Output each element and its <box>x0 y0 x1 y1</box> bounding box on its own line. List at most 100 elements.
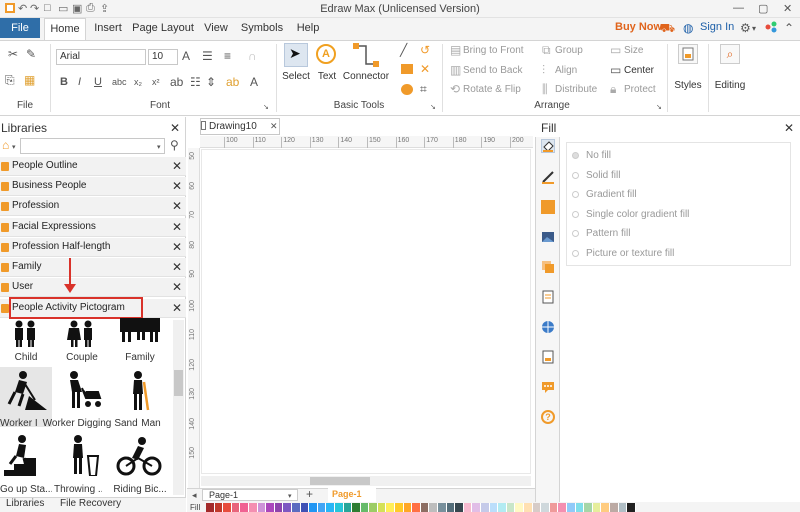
rectangle-tool-icon[interactable] <box>401 64 413 74</box>
color-swatch[interactable] <box>609 503 619 512</box>
radio-single-color-gradient-fill[interactable] <box>572 211 579 218</box>
color-swatch[interactable] <box>549 503 559 512</box>
line-spacing-icon[interactable]: ⇕ <box>206 76 216 88</box>
close-library-icon[interactable]: ✕ <box>172 177 182 195</box>
rotate-flip-button[interactable]: Rotate & Flip <box>463 84 521 95</box>
library-scrollbar[interactable] <box>173 320 184 495</box>
sign-in-link[interactable]: Sign In <box>700 21 734 33</box>
color-swatch[interactable] <box>506 503 516 512</box>
color-swatch[interactable] <box>481 503 490 512</box>
numbering-icon[interactable]: ☷ <box>190 76 201 88</box>
layers-icon[interactable] <box>541 260 555 274</box>
cut-icon[interactable]: ✂ <box>8 48 18 60</box>
italic-icon[interactable]: I <box>78 76 81 88</box>
fill-option-pattern-fill[interactable]: Pattern fill <box>586 228 630 239</box>
color-swatch[interactable] <box>257 503 267 512</box>
library-search-input[interactable] <box>20 138 165 154</box>
hyperlink-globe-icon[interactable] <box>541 320 555 334</box>
fill-option-gradient-fill[interactable]: Gradient fill <box>586 189 637 200</box>
fill-option-no-fill[interactable]: No fill <box>586 150 611 161</box>
cross-tool-icon[interactable]: ✕ <box>420 63 430 75</box>
line-tool-icon[interactable]: ╱ <box>400 44 407 56</box>
color-swatch[interactable] <box>377 503 387 512</box>
throwing-pictogram-icon[interactable] <box>68 434 100 479</box>
help-icon[interactable]: ? <box>541 410 555 424</box>
share-icon[interactable] <box>765 21 777 36</box>
color-swatch[interactable] <box>575 503 585 512</box>
color-swatch[interactable] <box>412 503 421 512</box>
color-swatch[interactable] <box>369 503 378 512</box>
paste-icon[interactable]: ▦ <box>24 74 35 86</box>
color-swatch[interactable] <box>214 503 224 512</box>
color-swatch[interactable] <box>240 503 249 512</box>
color-swatch[interactable] <box>283 503 292 512</box>
font-name-select[interactable]: Arial <box>56 49 146 65</box>
close-library-icon[interactable]: ✕ <box>172 197 182 215</box>
horizontal-scrollbar-thumb[interactable] <box>310 477 370 485</box>
color-swatch[interactable] <box>498 503 507 512</box>
fill-option-solid-fill[interactable]: Solid fill <box>586 170 620 181</box>
cart-icon[interactable]: ⛟ <box>660 21 675 37</box>
color-swatch[interactable] <box>523 503 533 512</box>
chevron-down-icon[interactable]: ▾ <box>752 24 756 33</box>
radio-no-fill[interactable] <box>572 152 579 159</box>
format-painter-icon[interactable]: ✎ <box>26 48 36 60</box>
tab-insert[interactable]: Insert <box>88 18 128 40</box>
attachment-icon[interactable] <box>541 350 555 364</box>
superscript-icon[interactable]: x² <box>152 76 160 88</box>
close-library-icon[interactable]: ✕ <box>172 238 182 256</box>
tab-symbols[interactable]: Symbols <box>236 18 288 40</box>
color-swatch[interactable] <box>231 503 241 512</box>
user-icon[interactable]: ◍ <box>683 21 693 35</box>
tools-dialog-launcher-icon[interactable]: ↘ <box>430 102 436 114</box>
connector-label[interactable]: Connector <box>342 71 390 82</box>
color-swatch[interactable] <box>515 503 524 512</box>
radio-gradient-fill[interactable] <box>572 191 579 198</box>
color-swatch[interactable] <box>618 503 628 512</box>
fill-option-single-color-gradient-fill[interactable]: Single color gradient fill <box>586 209 689 220</box>
color-swatch[interactable] <box>420 503 430 512</box>
color-swatch[interactable] <box>584 503 593 512</box>
close-libraries-icon[interactable]: ✕ <box>170 121 180 135</box>
color-swatch[interactable] <box>360 503 370 512</box>
font-dialog-launcher-icon[interactable]: ↘ <box>263 102 269 114</box>
color-swatch[interactable] <box>601 503 610 512</box>
radio-solid-fill[interactable] <box>572 172 579 179</box>
center-button[interactable]: Center <box>624 65 654 76</box>
drawing-page[interactable] <box>201 149 531 474</box>
color-swatch[interactable] <box>343 503 353 512</box>
worker-digging-pictogram-icon[interactable] <box>66 370 102 415</box>
library-menu-chevron-icon[interactable]: ▾ <box>12 142 16 154</box>
color-swatch[interactable] <box>291 503 301 512</box>
color-swatch[interactable] <box>446 503 456 512</box>
color-swatch[interactable] <box>395 503 404 512</box>
styles-button[interactable]: Styles <box>672 80 704 91</box>
align-button[interactable]: Align <box>555 65 577 76</box>
ellipse-tool-icon[interactable] <box>401 84 413 95</box>
size-button[interactable]: Size <box>624 45 643 56</box>
select-label[interactable]: Select <box>280 71 312 82</box>
close-library-icon[interactable]: ✕ <box>172 278 182 296</box>
bring-front-button[interactable]: Bring to Front <box>463 45 524 56</box>
editing-button[interactable]: Editing <box>712 80 748 91</box>
page-setup-icon[interactable] <box>541 290 555 304</box>
family-pictogram-icon[interactable] <box>120 318 160 347</box>
color-swatch[interactable] <box>274 503 284 512</box>
radio-pattern-fill[interactable] <box>572 230 579 237</box>
gear-icon[interactable]: ⚙ <box>740 21 751 35</box>
tab-view[interactable]: View <box>198 18 234 40</box>
maximize-icon[interactable]: ▢ <box>758 2 768 15</box>
color-swatch[interactable] <box>309 503 318 512</box>
styles-icon[interactable] <box>678 44 698 64</box>
color-swatch[interactable] <box>541 503 550 512</box>
distribute-button[interactable]: Distribute <box>555 84 597 95</box>
library-item-profession[interactable]: Profession ✕ <box>0 197 186 216</box>
comment-icon[interactable] <box>541 380 555 394</box>
fill-option-picture-fill[interactable]: Picture or texture fill <box>586 248 674 259</box>
close-library-icon[interactable]: ✕ <box>172 299 182 317</box>
color-swatch[interactable] <box>334 503 344 512</box>
close-library-icon[interactable]: ✕ <box>172 218 182 236</box>
color-swatch[interactable] <box>558 503 567 512</box>
color-swatch[interactable] <box>206 503 215 512</box>
color-swatch[interactable] <box>386 503 396 512</box>
